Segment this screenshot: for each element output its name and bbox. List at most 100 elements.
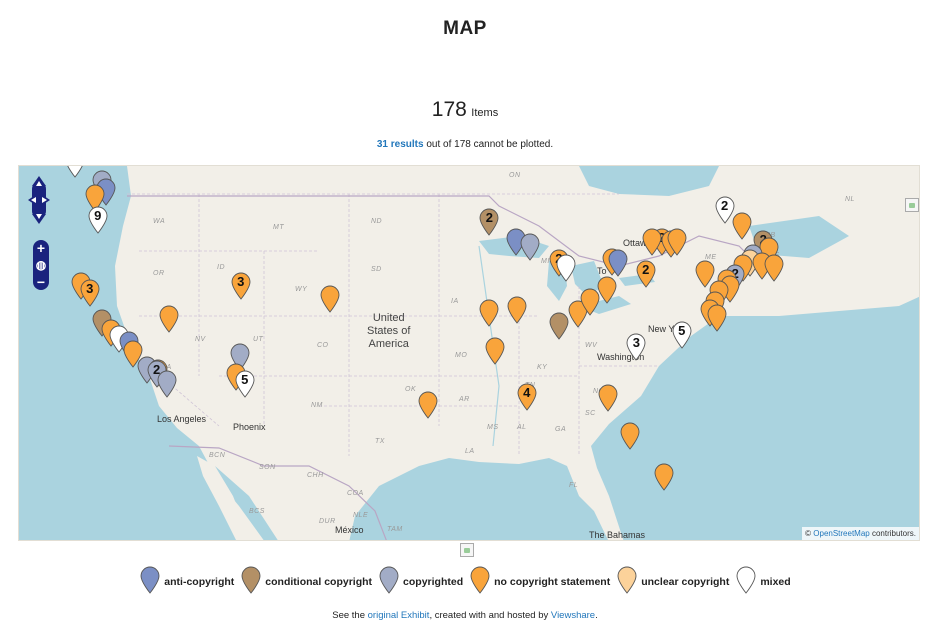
map-marker[interactable] <box>417 391 439 419</box>
marker-pin-icon <box>735 566 760 597</box>
pan-control[interactable] <box>27 174 51 226</box>
item-count: 178 Items <box>0 98 930 122</box>
legend-item: unclear copyright <box>616 566 729 597</box>
map-view[interactable]: United States of America Ottawa New York… <box>18 165 920 541</box>
label-phoenix: Phoenix <box>233 422 266 432</box>
state-label: ID <box>217 264 225 271</box>
openstreetmap-link[interactable]: OpenStreetMap <box>813 529 869 538</box>
page-title: MAP <box>443 18 487 39</box>
state-label: AR <box>459 396 470 403</box>
state-label: ND <box>371 218 383 225</box>
map-marker[interactable] <box>763 254 785 283</box>
legend-label: copyrighted <box>403 575 464 588</box>
state-label: MS <box>487 424 499 431</box>
map-marker[interactable] <box>156 370 178 398</box>
state-label: FL <box>569 482 579 489</box>
state-label: WY <box>295 286 308 293</box>
state-label: BCS <box>249 508 265 515</box>
item-count-number: 178 <box>431 98 467 121</box>
unplotted-notice: 31 results out of 178 cannot be plotted. <box>0 139 930 150</box>
label-bahamas: The Bahamas <box>589 530 646 540</box>
map-marker[interactable] <box>506 296 528 324</box>
viewshare-link[interactable]: Viewshare <box>551 610 595 621</box>
label-los-angeles: Los Angeles <box>157 414 207 424</box>
state-label: NM <box>311 402 323 409</box>
map-marker[interactable] <box>706 304 728 332</box>
state-label: DUR <box>319 518 336 525</box>
map-marker[interactable] <box>484 337 506 366</box>
state-label: TX <box>375 438 385 445</box>
footer-prefix: See the <box>332 610 368 621</box>
state-label: LA <box>465 448 475 455</box>
unplotted-results-link[interactable]: 31 results <box>377 139 424 150</box>
state-label: NL <box>845 196 855 203</box>
broken-image-icon <box>460 543 474 557</box>
state-label: MT <box>273 224 285 231</box>
state-label: KY <box>537 364 548 371</box>
legend: anti-copyright conditional copyright copyr… <box>0 566 930 597</box>
state-label: ON <box>509 172 521 179</box>
state-label: WV <box>585 342 598 349</box>
state-label: COA <box>347 490 364 497</box>
marker-pin-icon <box>378 566 403 597</box>
legend-item: anti-copyright <box>139 566 234 597</box>
footer-middle: , created with and hosted by <box>429 610 551 621</box>
label-mexico: México <box>335 525 364 535</box>
map-marker[interactable]: 5 <box>234 370 256 398</box>
zoom-out-button[interactable]: − <box>33 274 49 290</box>
marker-pin-icon <box>240 566 265 597</box>
map-marker[interactable] <box>596 276 618 304</box>
marker-pin-icon <box>616 566 641 597</box>
legend-item: mixed <box>735 566 791 597</box>
marker-pin-icon <box>139 566 164 597</box>
map-marker[interactable]: 3 <box>79 279 101 307</box>
map-marker[interactable]: 9 <box>87 206 109 234</box>
map-marker[interactable]: 2 <box>478 208 500 236</box>
zoom-world-icon[interactable]: ◍ <box>33 257 49 273</box>
map-marker[interactable]: 3 <box>64 166 86 178</box>
map-marker[interactable] <box>158 305 180 334</box>
state-label: NV <box>195 336 206 343</box>
map-marker[interactable] <box>478 299 500 327</box>
state-label: TAM <box>387 526 403 533</box>
zoom-control: + ◍ − <box>33 240 49 290</box>
original-exhibit-link[interactable]: original Exhibit <box>368 610 430 621</box>
state-label: UT <box>253 336 264 343</box>
zoom-in-button[interactable]: + <box>33 240 49 256</box>
state-label: GA <box>555 426 567 433</box>
map-attribution: © OpenStreetMap contributors. <box>802 527 919 540</box>
state-label: SC <box>585 410 596 417</box>
marker-pin-icon <box>469 566 494 597</box>
map-marker[interactable] <box>319 285 341 313</box>
state-label: AL <box>517 424 527 431</box>
state-label: OR <box>153 270 165 277</box>
map-marker[interactable]: 2 <box>635 260 657 288</box>
map-marker[interactable] <box>666 228 688 256</box>
legend-label: conditional copyright <box>265 575 373 588</box>
label-usa: United States of America <box>367 312 410 351</box>
map-marker[interactable] <box>607 249 629 277</box>
map-marker[interactable]: 4 <box>516 383 538 411</box>
label-usa-text: United States of America <box>367 312 411 350</box>
map-marker[interactable]: 3 <box>230 272 252 300</box>
state-label: MO <box>455 352 468 359</box>
map-marker[interactable] <box>694 260 716 288</box>
map-marker[interactable] <box>519 233 541 261</box>
map-marker[interactable] <box>731 212 753 240</box>
state-label: SD <box>371 266 382 273</box>
map-marker[interactable]: 5 <box>671 321 693 350</box>
map-marker[interactable] <box>597 384 619 412</box>
unplotted-text: out of 178 cannot be plotted. <box>423 139 554 150</box>
map-marker[interactable] <box>653 463 675 491</box>
map-marker[interactable] <box>619 422 641 450</box>
map-marker[interactable]: 3 <box>625 333 647 362</box>
legend-label: unclear copyright <box>641 575 730 588</box>
attribution-suffix: contributors. <box>869 529 916 538</box>
legend-label: mixed <box>760 575 791 588</box>
footer-suffix: . <box>595 610 598 621</box>
legend-label: anti-copyright <box>164 575 235 588</box>
map-marker[interactable] <box>555 254 577 283</box>
footer: See the original Exhibit, created with a… <box>0 610 930 621</box>
state-label: BCN <box>209 452 226 459</box>
legend-item: copyrighted <box>378 566 463 597</box>
